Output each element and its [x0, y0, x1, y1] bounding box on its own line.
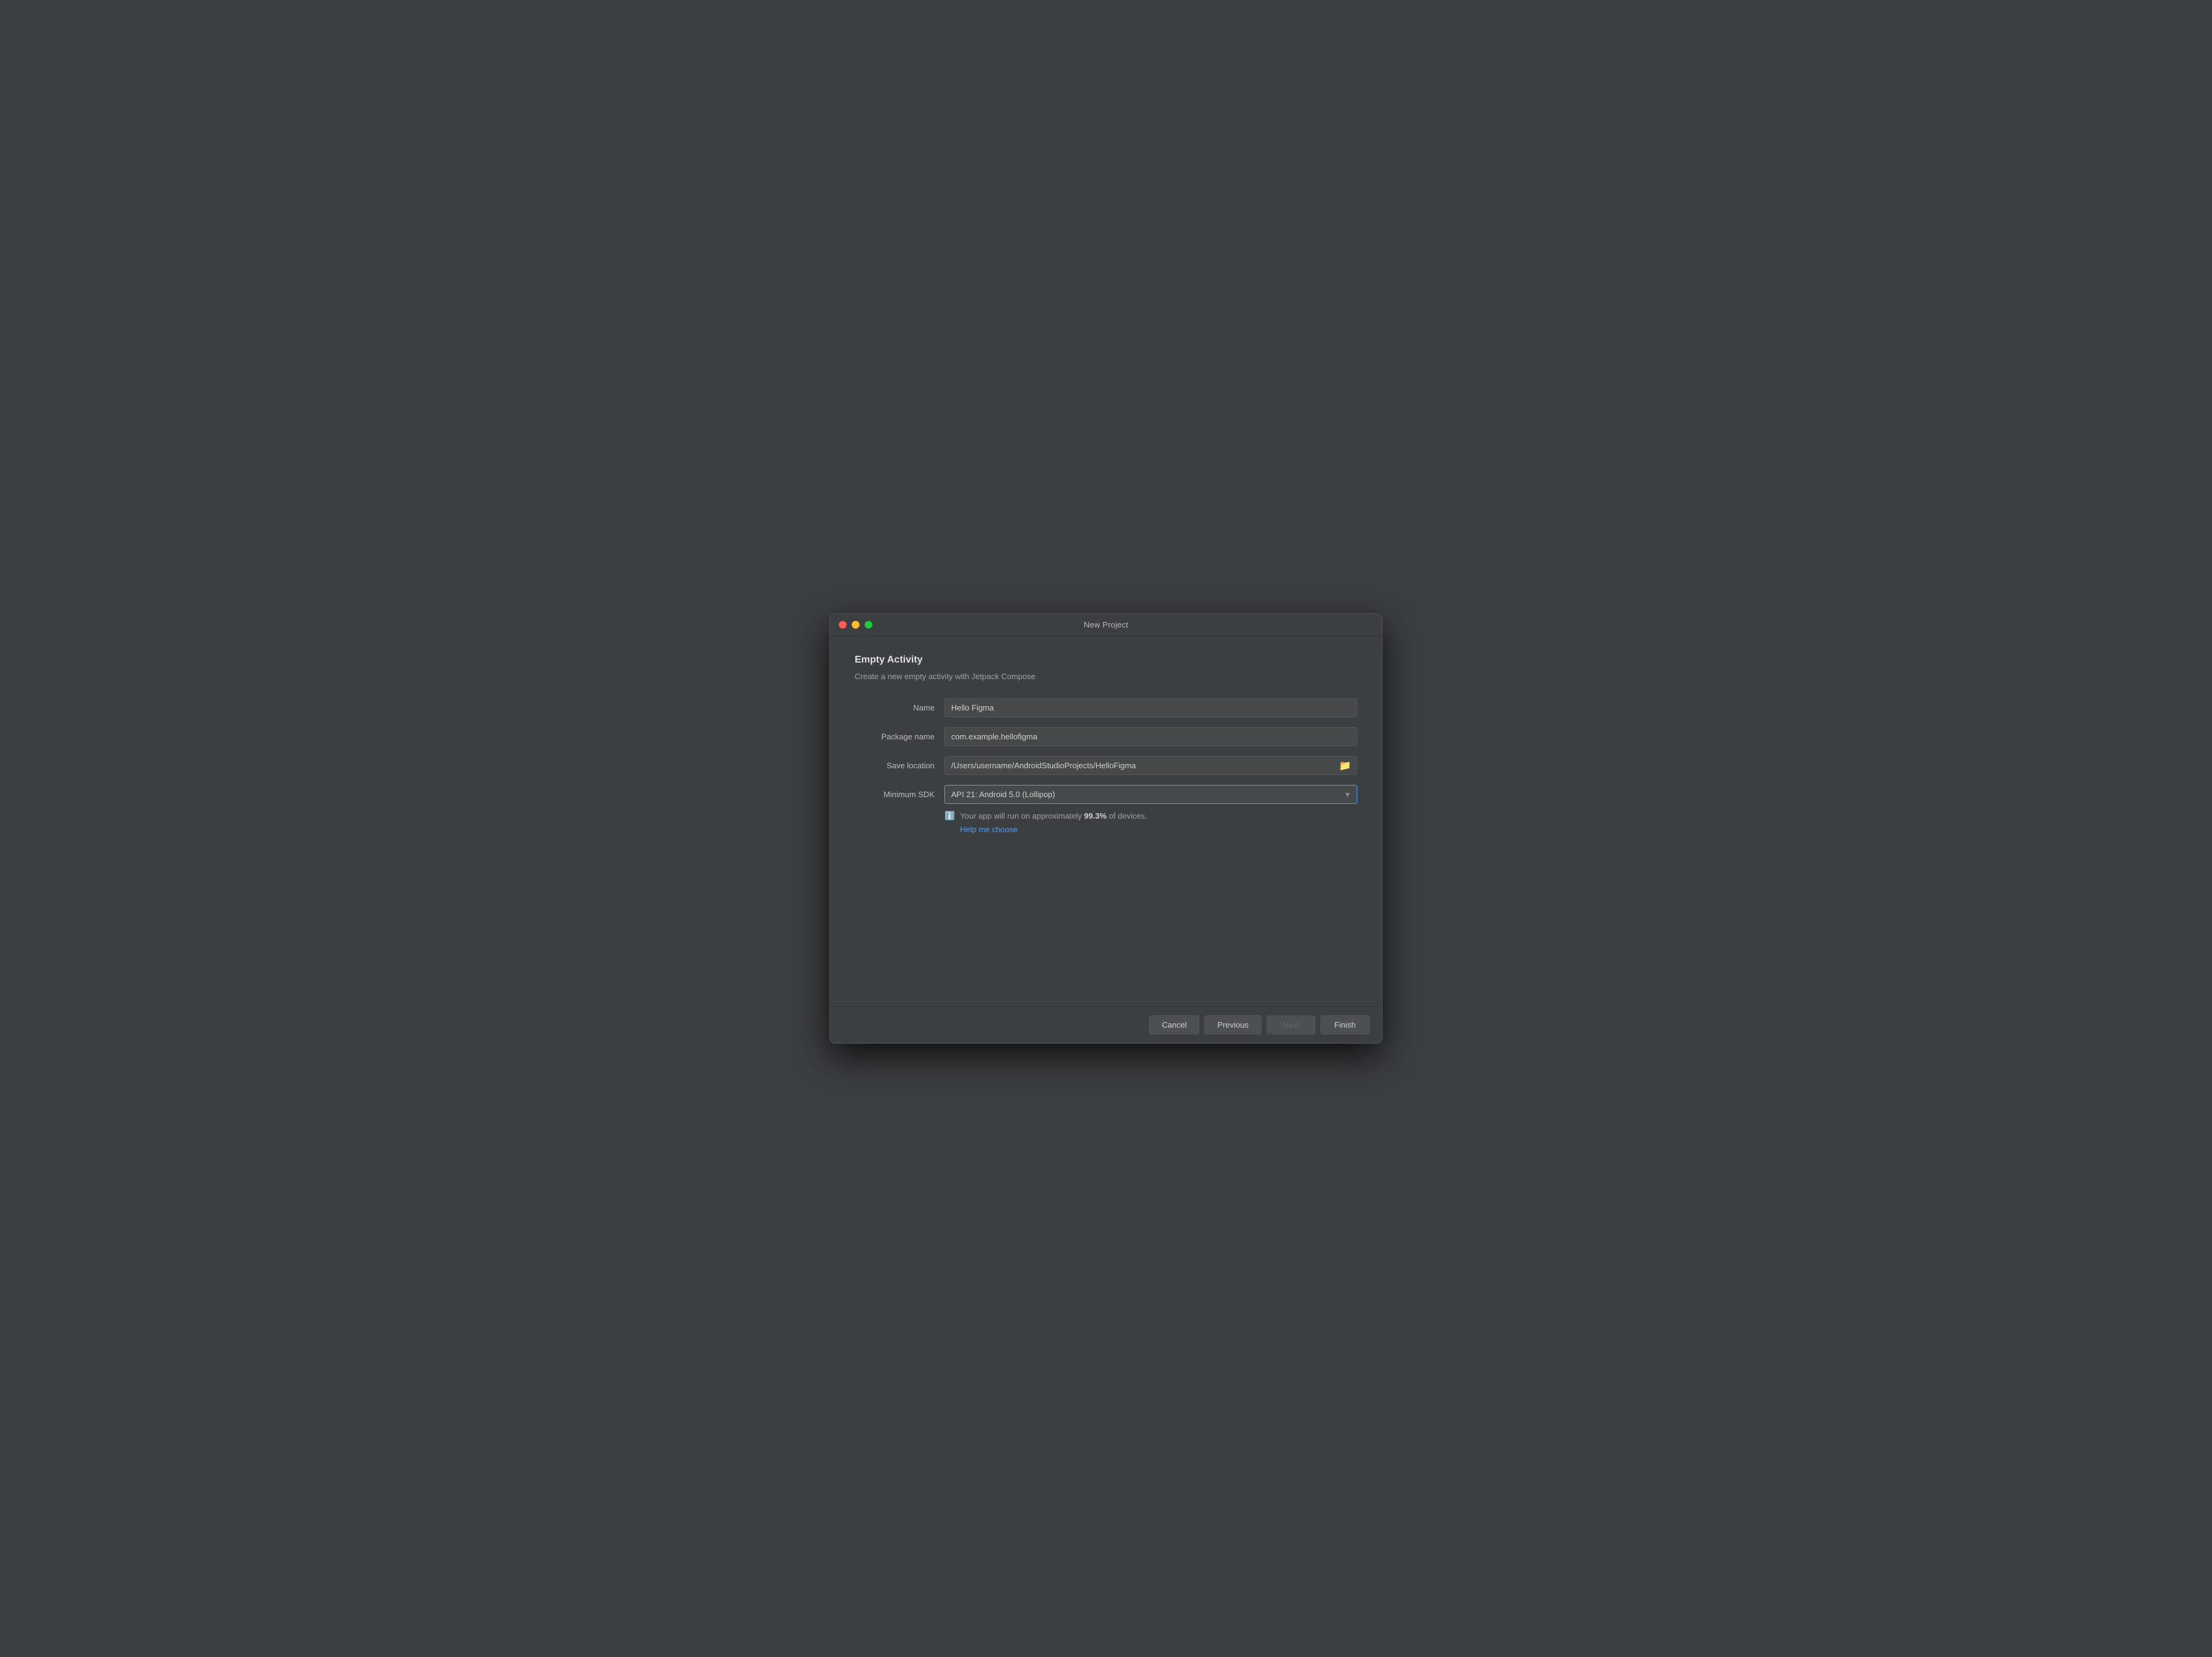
- next-button: Next: [1266, 1015, 1316, 1034]
- save-location-wrapper: 📁: [944, 756, 1357, 775]
- name-input[interactable]: [944, 698, 1357, 717]
- cancel-button[interactable]: Cancel: [1149, 1015, 1199, 1034]
- name-label: Name: [855, 703, 935, 712]
- close-button[interactable]: [839, 621, 847, 629]
- previous-button[interactable]: Previous: [1204, 1015, 1261, 1034]
- info-suffix: of devices.: [1107, 811, 1147, 821]
- save-location-input[interactable]: [944, 756, 1357, 775]
- sdk-label: Minimum SDK: [855, 785, 935, 799]
- package-row: Package name: [855, 727, 1357, 746]
- minimize-button[interactable]: [852, 621, 860, 629]
- form-content: Empty Activity Create a new empty activi…: [830, 636, 1382, 1006]
- save-location-label: Save location: [855, 761, 935, 770]
- name-row: Name: [855, 698, 1357, 717]
- bottom-bar: Cancel Previous Next Finish: [830, 1006, 1382, 1043]
- info-prefix: Your app will run on approximately: [960, 811, 1084, 821]
- sdk-right: API 21: Android 5.0 (Lollipop) API 22: A…: [944, 785, 1357, 834]
- info-percentage: 99.3%: [1084, 811, 1107, 821]
- sdk-select[interactable]: API 21: Android 5.0 (Lollipop) API 22: A…: [944, 785, 1357, 804]
- section-title: Empty Activity: [855, 655, 1357, 666]
- sdk-info-text: Your app will run on approximately 99.3%…: [960, 811, 1147, 821]
- titlebar: New Project: [830, 614, 1382, 636]
- sdk-select-wrapper: API 21: Android 5.0 (Lollipop) API 22: A…: [944, 785, 1357, 804]
- maximize-button[interactable]: [865, 621, 873, 629]
- help-me-choose-link[interactable]: Help me choose: [960, 825, 1147, 834]
- finish-button[interactable]: Finish: [1320, 1015, 1370, 1034]
- new-project-window: New Project Empty Activity Create a new …: [830, 613, 1382, 1044]
- window-title: New Project: [1084, 620, 1128, 629]
- package-label: Package name: [855, 732, 935, 741]
- sdk-row: Minimum SDK API 21: Android 5.0 (Lollipo…: [855, 785, 1357, 834]
- package-input[interactable]: [944, 727, 1357, 746]
- folder-icon: 📁: [1339, 760, 1351, 772]
- section-description: Create a new empty activity with Jetpack…: [855, 672, 1357, 681]
- traffic-lights: [839, 621, 873, 629]
- sdk-info-text-block: Your app will run on approximately 99.3%…: [960, 810, 1147, 834]
- info-icon: ℹ️: [944, 811, 955, 821]
- form-fields: Name Package name Save location 📁: [855, 698, 1357, 841]
- save-location-row: Save location 📁: [855, 756, 1357, 775]
- sdk-info-row: ℹ️ Your app will run on approximately 99…: [944, 810, 1357, 834]
- browse-folder-button[interactable]: 📁: [1338, 758, 1352, 773]
